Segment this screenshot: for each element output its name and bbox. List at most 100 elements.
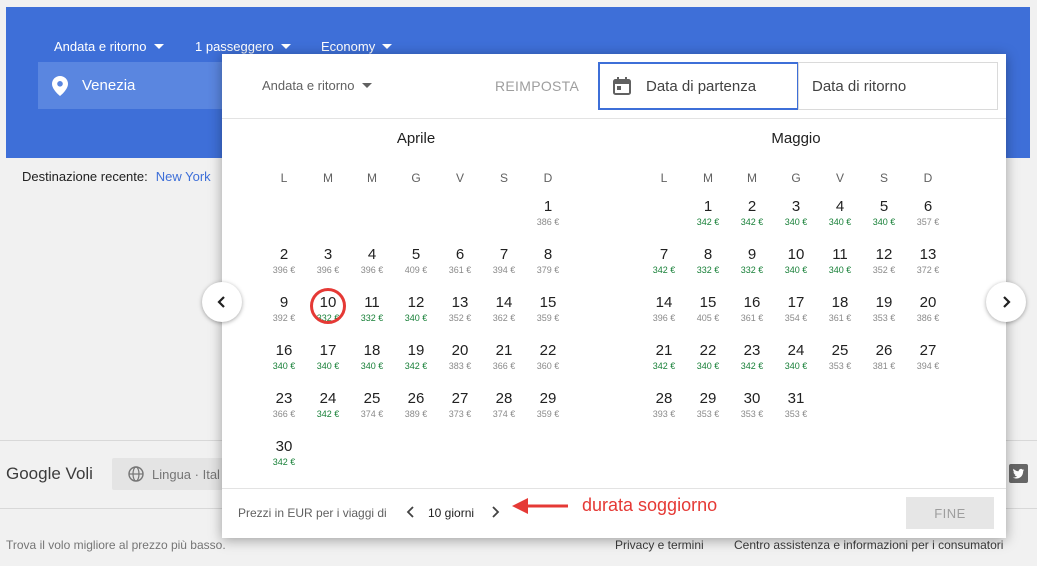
day-price: 361 € [448,265,472,275]
calendar-day[interactable]: 21 342 € [642,332,686,376]
calendar-day[interactable]: 24 342 € [306,380,350,424]
calendar-day[interactable]: 29 359 € [526,380,570,424]
duration-decrease-button[interactable] [406,505,416,522]
calendar-day[interactable]: 1 342 € [686,188,730,232]
calendar-day[interactable]: 8 332 € [686,236,730,280]
privacy-link[interactable]: Privacy e termini [615,538,704,552]
calendar-day[interactable]: 7 342 € [642,236,686,280]
recent-link[interactable]: New York [156,169,211,184]
weekday-header: G [411,171,421,185]
day-number: 24 [319,390,337,407]
calendar-day[interactable]: 27 373 € [438,380,482,424]
day-number: 15 [539,294,557,311]
day-number: 9 [279,294,289,311]
day-number: 4 [367,246,377,263]
calendar-day[interactable]: 1 386 € [526,188,570,232]
day-number: 3 [323,246,333,263]
calendar-day[interactable]: 14 362 € [482,284,526,328]
calendar-day[interactable]: 6 361 € [438,236,482,280]
calendar-day[interactable]: 28 393 € [642,380,686,424]
calendar-day[interactable]: 2 396 € [262,236,306,280]
calendar-day[interactable]: 17 340 € [306,332,350,376]
calendar-day[interactable]: 23 366 € [262,380,306,424]
annotation: durata soggiorno [512,495,717,516]
calendar-icon [613,77,631,95]
calendar-day[interactable]: 3 396 € [306,236,350,280]
cabin-dropdown[interactable]: Economy [321,39,393,54]
day-number: 1 [543,198,553,215]
calendar-day[interactable]: 6 357 € [906,188,950,232]
calendar-day[interactable]: 27 394 € [906,332,950,376]
departure-date-field[interactable]: Data di partenza [598,62,799,110]
calendar-day[interactable]: 13 352 € [438,284,482,328]
dialog-divider [222,488,1006,489]
day-price: 383 € [448,361,472,371]
calendar-day[interactable]: 11 340 € [818,236,862,280]
calendar-day[interactable]: 5 409 € [394,236,438,280]
calendar-day-selected[interactable]: 10 332 € [306,284,350,328]
calendar-day[interactable]: 13 372 € [906,236,950,280]
calendar-day[interactable]: 23 342 € [730,332,774,376]
calendar-day[interactable]: 15 405 € [686,284,730,328]
calendar-day[interactable]: 3 340 € [774,188,818,232]
done-button[interactable]: FINE [906,497,994,529]
prev-month-button[interactable] [202,282,242,322]
return-date-field[interactable]: Data di ritorno [798,62,998,110]
calendar-day[interactable]: 8 379 € [526,236,570,280]
duration-increase-button[interactable] [490,505,500,522]
calendar-day[interactable]: 30 342 € [262,428,306,472]
twitter-icon[interactable] [1009,464,1028,483]
calendar-day[interactable]: 26 381 € [862,332,906,376]
calendar-day[interactable]: 14 396 € [642,284,686,328]
day-price: 340 € [696,361,720,371]
calendar-day[interactable]: 26 389 € [394,380,438,424]
calendar-day[interactable]: 16 361 € [730,284,774,328]
language-selector[interactable]: Lingua · Ital [112,458,232,490]
calendar-day[interactable]: 11 332 € [350,284,394,328]
calendar-day[interactable]: 10 340 € [774,236,818,280]
calendar-day[interactable]: 5 340 € [862,188,906,232]
passengers-dropdown[interactable]: 1 passeggero [195,39,291,54]
day-number: 7 [499,246,509,263]
calendar-day[interactable]: 21 366 € [482,332,526,376]
calendar-day[interactable]: 22 360 € [526,332,570,376]
calendar-day[interactable]: 2 342 € [730,188,774,232]
calendar-day[interactable]: 12 352 € [862,236,906,280]
calendar-day[interactable]: 20 386 € [906,284,950,328]
reset-button[interactable]: REIMPOSTA [495,78,579,94]
calendar-day[interactable]: 25 374 € [350,380,394,424]
calendar-day[interactable]: 15 359 € [526,284,570,328]
calendar-day[interactable]: 4 340 € [818,188,862,232]
origin-field[interactable]: Venezia [38,62,224,109]
calendar-day[interactable]: 28 374 € [482,380,526,424]
dialog-trip-type-dropdown[interactable]: Andata e ritorno [262,78,372,93]
calendar-day[interactable]: 31 353 € [774,380,818,424]
calendar-day[interactable]: 16 340 € [262,332,306,376]
calendar-day[interactable]: 29 353 € [686,380,730,424]
calendar-day[interactable]: 17 354 € [774,284,818,328]
calendar-day[interactable]: 12 340 € [394,284,438,328]
calendar-day[interactable]: 20 383 € [438,332,482,376]
calendar-day[interactable]: 19 342 € [394,332,438,376]
next-month-button[interactable] [986,282,1026,322]
calendar-day[interactable]: 4 396 € [350,236,394,280]
calendar-day[interactable]: 25 353 € [818,332,862,376]
calendar-day[interactable]: 18 361 € [818,284,862,328]
calendar-day[interactable]: 18 340 € [350,332,394,376]
calendar-day[interactable]: 30 353 € [730,380,774,424]
assistance-link[interactable]: Centro assistenza e informazioni per i c… [734,538,1003,552]
day-price: 361 € [740,313,764,323]
chevron-right-icon [1003,296,1011,308]
day-number: 25 [363,390,381,407]
day-number: 2 [279,246,289,263]
calendar-day[interactable]: 9 332 € [730,236,774,280]
trip-type-dropdown[interactable]: Andata e ritorno [54,39,164,54]
calendar-day[interactable]: 7 394 € [482,236,526,280]
day-number: 31 [787,390,805,407]
day-price: 342 € [316,409,340,419]
calendar-day[interactable]: 9 392 € [262,284,306,328]
day-number: 24 [787,342,805,359]
calendar-day[interactable]: 22 340 € [686,332,730,376]
calendar-day[interactable]: 19 353 € [862,284,906,328]
calendar-day[interactable]: 24 340 € [774,332,818,376]
